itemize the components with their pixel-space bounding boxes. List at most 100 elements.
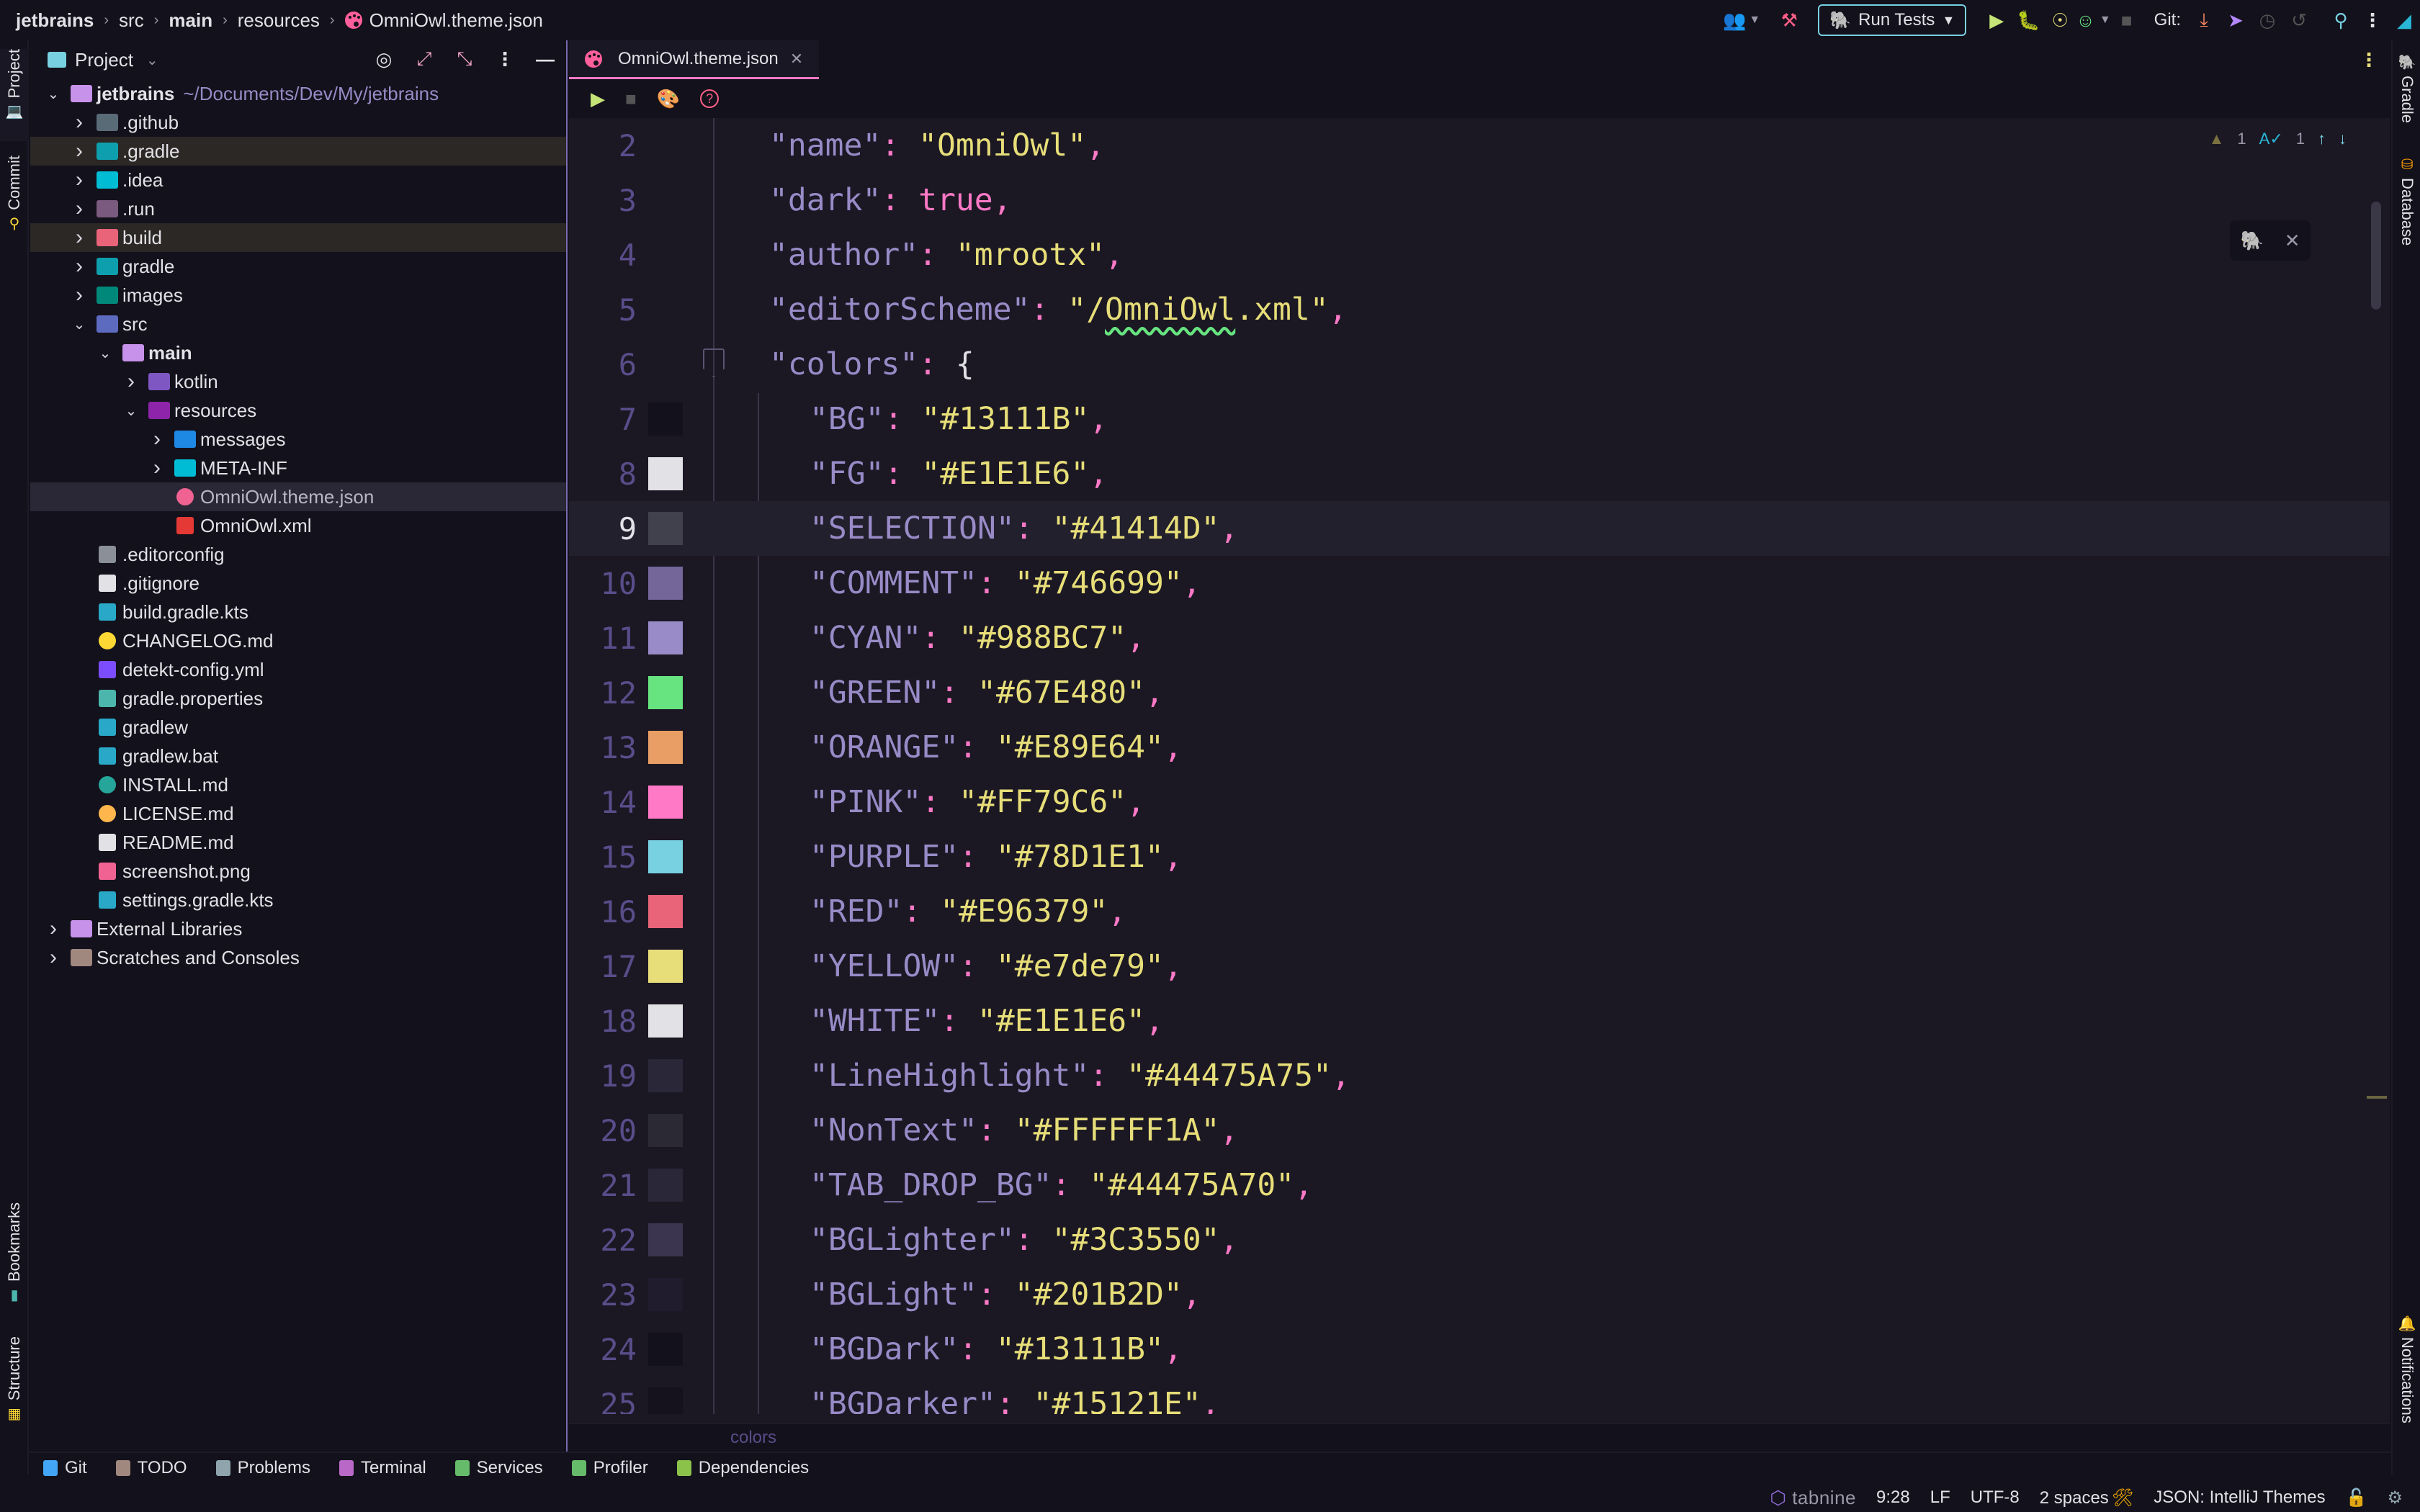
breadcrumb-item[interactable]: src: [119, 9, 144, 32]
tree-item[interactable]: › messages: [30, 425, 566, 454]
color-swatch-icon[interactable]: [648, 1114, 683, 1147]
code-line[interactable]: 20 "NonText": "#FFFFFF1A",: [569, 1103, 2390, 1158]
stop-icon[interactable]: ■: [2111, 4, 2143, 36]
inspection-widget[interactable]: ▲ 1 A✓ 1 ↑ ↓: [2209, 130, 2347, 148]
code-line[interactable]: 16 "RED": "#E96379",: [569, 884, 2390, 939]
color-swatch-icon[interactable]: [648, 895, 683, 928]
color-swatch-icon[interactable]: [648, 676, 683, 709]
indent-settings[interactable]: 2 spaces 🛠: [2040, 1488, 2134, 1508]
color-swatch-icon[interactable]: [648, 1169, 683, 1202]
breadcrumb-item[interactable]: OmniOwl.theme.json: [344, 9, 543, 32]
expand-all-icon[interactable]: ⤢: [413, 48, 435, 71]
stop-icon[interactable]: ■: [625, 88, 637, 110]
tree-item[interactable]: gradle.properties: [30, 684, 566, 713]
chevron-right-icon[interactable]: ›: [72, 110, 86, 135]
tool-window-profiler[interactable]: Profiler: [571, 1458, 648, 1478]
chevron-right-icon[interactable]: ›: [150, 456, 164, 480]
file-type-schema[interactable]: JSON: IntelliJ Themes: [2154, 1488, 2325, 1508]
color-swatch-icon[interactable]: [648, 840, 683, 873]
tree-item[interactable]: build.gradle.kts: [30, 598, 566, 626]
tree-item[interactable]: .editorconfig: [30, 540, 566, 569]
color-swatch-icon[interactable]: [648, 1223, 683, 1256]
chevron-right-icon[interactable]: ›: [46, 917, 60, 941]
color-swatch-icon[interactable]: [648, 567, 683, 600]
line-separator[interactable]: LF: [1930, 1488, 1950, 1508]
color-swatch-icon[interactable]: [648, 512, 683, 545]
color-swatch-icon[interactable]: [648, 1278, 683, 1311]
tree-item[interactable]: gradlew.bat: [30, 742, 566, 770]
tool-window-git[interactable]: Git: [43, 1458, 87, 1478]
tree-item[interactable]: › .github: [30, 108, 566, 137]
run-theme-icon[interactable]: ▶: [591, 88, 605, 110]
code-line[interactable]: 18 "WHITE": "#E1E1E6",: [569, 994, 2390, 1048]
run-with-coverage-icon[interactable]: ☉: [2044, 4, 2076, 36]
code-line[interactable]: 11 "CYAN": "#988BC7",: [569, 611, 2390, 665]
tool-window-problems[interactable]: Problems: [215, 1458, 310, 1478]
project-view-selector[interactable]: Project: [75, 49, 133, 71]
tree-item[interactable]: ⌄ jetbrains ~/Documents/Dev/My/jetbrains: [30, 79, 566, 108]
tree-item[interactable]: › kotlin: [30, 367, 566, 396]
chevron-right-icon[interactable]: ›: [72, 283, 86, 307]
tool-window-gradle[interactable]: 🐘 Gradle: [2393, 53, 2420, 147]
tree-item[interactable]: INSTALL.md: [30, 770, 566, 799]
collapse-all-icon[interactable]: ⤡: [454, 48, 475, 71]
hide-panel-icon[interactable]: —: [534, 48, 556, 71]
tree-item[interactable]: ⌄ resources: [30, 396, 566, 425]
code-line[interactable]: 6 "colors": {: [569, 337, 2390, 392]
vertical-scrollbar[interactable]: [2371, 202, 2381, 310]
code-line[interactable]: 15 "PURPLE": "#78D1E1",: [569, 829, 2390, 884]
color-swatch-icon[interactable]: [648, 457, 683, 490]
tree-item[interactable]: OmniOwl.xml: [30, 511, 566, 540]
code-line[interactable]: 17 "YELLOW": "#e7de79",: [569, 939, 2390, 994]
color-swatch-icon[interactable]: [648, 1004, 683, 1038]
code-line[interactable]: 2 "name": "OmniOwl",: [569, 118, 2390, 173]
chevron-down-icon[interactable]: ⌄: [72, 315, 86, 333]
tree-item[interactable]: OmniOwl.theme.json: [30, 482, 566, 511]
tree-item[interactable]: › Scratches and Consoles: [30, 943, 566, 972]
code-line[interactable]: 25 "BGDarker": "#15121E",: [569, 1377, 2390, 1414]
tool-window-commit[interactable]: Commit ⚲: [0, 156, 29, 256]
tree-item[interactable]: › gradle: [30, 252, 566, 281]
breadcrumb-item[interactable]: colors: [730, 1428, 776, 1448]
code-line[interactable]: 3 "dark": true,: [569, 173, 2390, 228]
build-hammer-icon[interactable]: ⚒: [1773, 4, 1805, 36]
tree-item[interactable]: LICENSE.md: [30, 799, 566, 828]
code-line[interactable]: 4 "author": "mrootx",: [569, 228, 2390, 282]
tool-window-dependencies[interactable]: Dependencies: [676, 1458, 809, 1478]
chevron-right-icon[interactable]: ›: [72, 139, 86, 163]
color-swatch-icon[interactable]: [648, 786, 683, 819]
code-line[interactable]: 23 "BGLight": "#201B2D",: [569, 1267, 2390, 1322]
breadcrumb-item[interactable]: resources: [238, 9, 320, 32]
tool-window-database[interactable]: ⛁ Database: [2393, 156, 2420, 300]
tree-item[interactable]: detekt-config.yml: [30, 655, 566, 684]
tool-window-project[interactable]: Project 💻: [0, 49, 29, 141]
tree-item[interactable]: screenshot.png: [30, 857, 566, 886]
editor-tab-omniowl-theme[interactable]: OmniOwl.theme.json ✕: [569, 40, 820, 79]
code-line[interactable]: 21 "TAB_DROP_BG": "#44475A70",: [569, 1158, 2390, 1212]
code-line[interactable]: 24 "BGDark": "#13111B",: [569, 1322, 2390, 1377]
color-swatch-icon[interactable]: [648, 1387, 683, 1414]
chevron-right-icon[interactable]: ›: [124, 369, 138, 394]
tree-item[interactable]: › META-INF: [30, 454, 566, 482]
help-icon[interactable]: ?: [700, 89, 720, 108]
caret-position[interactable]: 9:28: [1876, 1488, 1910, 1508]
tab-options-icon[interactable]: ⋮: [2360, 49, 2378, 71]
tool-window-terminal[interactable]: Terminal: [339, 1458, 426, 1478]
code-line[interactable]: 8 "FG": "#E1E1E6",: [569, 446, 2390, 501]
color-swatch-icon[interactable]: [648, 402, 683, 436]
inspection-profile-icon[interactable]: ⚙: [2387, 1488, 2403, 1508]
chevron-down-icon[interactable]: ⌄: [146, 51, 158, 69]
breadcrumb-item[interactable]: jetbrains: [16, 9, 94, 32]
scrollbar-warning-marker[interactable]: [2367, 1096, 2387, 1099]
tool-window-todo[interactable]: TODO: [115, 1458, 187, 1478]
chevron-right-icon[interactable]: ›: [150, 427, 164, 451]
tool-window-structure[interactable]: Structure ▦: [0, 1336, 29, 1437]
search-icon[interactable]: ⚲: [2325, 4, 2357, 36]
select-opened-file-icon[interactable]: ◎: [373, 48, 395, 71]
code-line[interactable]: 7 "BG": "#13111B",: [569, 392, 2390, 446]
code-line[interactable]: 5 "editorScheme": "/OmniOwl.xml",: [569, 282, 2390, 337]
code-line[interactable]: 19 "LineHighlight": "#44475A75",: [569, 1048, 2390, 1103]
chevron-right-icon[interactable]: ›: [72, 168, 86, 192]
next-highlight-icon[interactable]: ↓: [2339, 130, 2347, 148]
tree-item[interactable]: › build: [30, 223, 566, 252]
